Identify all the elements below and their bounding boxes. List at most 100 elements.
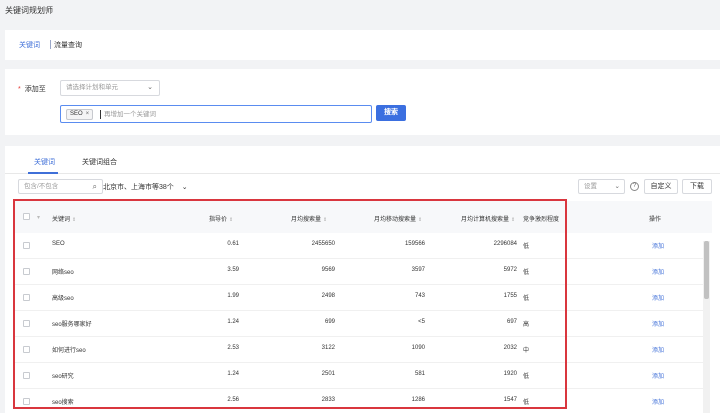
table-row: 网络seo 3.59 9569 3597 5972 低 添加: [13, 259, 703, 285]
cell-competition: 中: [523, 348, 530, 354]
cell-pc: 2032: [503, 345, 517, 351]
region-label: 北京市、上海市等38个: [103, 184, 174, 191]
add-link[interactable]: 添加: [652, 319, 664, 328]
cell-keyword: seo搜索: [52, 400, 74, 406]
sort-icon: ⇕: [72, 217, 77, 223]
cell-pc: 1547: [503, 397, 517, 403]
row-checkbox[interactable]: [23, 346, 30, 353]
cell-mobile: 159566: [404, 241, 425, 247]
add-keyword-panel: * 添加至 请选择计划和单元 ⌄ SEO × 再增加一个关键词 搜索: [5, 69, 720, 135]
sort-icon: ⇕: [323, 217, 328, 223]
col-mobile-label: 月均移动搜索量: [374, 217, 417, 223]
cell-competition: 低: [523, 400, 530, 406]
row-checkbox[interactable]: [23, 268, 30, 275]
add-link[interactable]: 添加: [652, 267, 664, 276]
row-checkbox[interactable]: [23, 398, 30, 405]
col-mobile[interactable]: 月均移动搜索量 ⇕: [374, 214, 422, 223]
region-selector[interactable]: 北京市、上海市等38个 ⌄: [103, 182, 188, 192]
cell-keyword: seo服务哪家好: [52, 322, 92, 328]
col-competition[interactable]: 竞争激烈程度: [523, 214, 559, 223]
cell-price: 2.56: [227, 397, 239, 403]
tab-keywords[interactable]: 关键词: [19, 40, 40, 50]
help-icon[interactable]: ?: [630, 182, 639, 191]
col-keyword[interactable]: 关键词 ⇕: [52, 214, 76, 223]
cell-monthly: 9569: [321, 267, 335, 273]
cell-monthly: 2501: [321, 371, 335, 377]
row-checkbox[interactable]: [23, 372, 30, 379]
cell-monthly: 3122: [321, 345, 335, 351]
select-all-checkbox[interactable]: [23, 213, 30, 220]
plan-unit-select[interactable]: 请选择计划和单元 ⌄: [60, 80, 160, 96]
col-action: 操作: [649, 217, 662, 223]
cell-price: 1.99: [227, 293, 239, 299]
keyword-chip-label: SEO: [70, 111, 83, 117]
row-checkbox[interactable]: [23, 242, 30, 249]
cell-keyword: 网络seo: [52, 270, 74, 276]
cell-keyword: seo研究: [52, 374, 74, 380]
add-link[interactable]: 添加: [652, 371, 664, 380]
cell-keyword: 高级seo: [52, 296, 74, 302]
add-link[interactable]: 添加: [652, 241, 664, 250]
cell-monthly: 699: [324, 319, 335, 325]
sort-icon: ⇕: [229, 217, 234, 223]
search-button[interactable]: 搜索: [376, 105, 406, 121]
cell-mobile: 581: [414, 371, 425, 377]
cell-keyword: SEO: [52, 241, 65, 247]
cell-pc: 1920: [503, 371, 517, 377]
close-icon[interactable]: ×: [86, 111, 90, 117]
cell-mobile: 1090: [411, 345, 425, 351]
keyword-input[interactable]: SEO × 再增加一个关键词: [60, 105, 372, 123]
settings-select[interactable]: 设置 ⌄: [578, 179, 625, 194]
cell-monthly: 2833: [321, 397, 335, 403]
col-monthly[interactable]: 月均搜索量 ⇕: [291, 214, 327, 223]
cell-mobile: 1286: [411, 397, 425, 403]
col-pc-label: 月均计算机搜索量: [461, 217, 510, 223]
table-scrollbar[interactable]: [703, 241, 710, 413]
chevron-down-icon: ⌄: [147, 84, 153, 91]
keyword-input-placeholder: 再增加一个关键词: [104, 111, 156, 118]
include-exclude-filter[interactable]: 包含/不包含 ⌕: [18, 179, 103, 194]
active-tab-indicator: [28, 172, 58, 174]
tab-keyword-combination[interactable]: 关键词组合: [82, 157, 117, 167]
cell-pc: 697: [506, 319, 517, 325]
sort-icon: ⇕: [418, 217, 423, 223]
col-pc[interactable]: 月均计算机搜索量 ⇕: [461, 214, 515, 223]
cell-price: 1.24: [227, 319, 239, 325]
text-cursor: [100, 110, 101, 119]
add-link[interactable]: 添加: [652, 345, 664, 354]
cell-competition: 低: [523, 270, 530, 276]
result-tabs: 关键词 关键词组合: [5, 146, 720, 174]
col-price[interactable]: 指导价 ⇕: [209, 214, 233, 223]
plan-unit-placeholder: 请选择计划和单元: [66, 84, 118, 91]
table-row: SEO 0.61 2455650 159566 2296084 低 添加: [13, 233, 703, 259]
cell-competition: 低: [523, 296, 530, 302]
add-link[interactable]: 添加: [652, 397, 664, 406]
row-checkbox[interactable]: [23, 320, 30, 327]
filter-placeholder: 包含/不包含: [24, 183, 59, 190]
select-dropdown-icon[interactable]: ▾: [37, 214, 40, 221]
cell-competition: 低: [523, 244, 530, 250]
cell-competition: 高: [523, 322, 530, 328]
add-to-label: * 添加至: [18, 84, 46, 94]
tab-traffic-query[interactable]: 流量查询: [54, 40, 82, 50]
cell-competition: 低: [523, 374, 530, 380]
keyword-chip[interactable]: SEO ×: [66, 109, 94, 120]
tab-keywords-results[interactable]: 关键词: [34, 157, 55, 167]
search-icon[interactable]: ⌕: [93, 180, 97, 193]
customize-button[interactable]: 自定义: [644, 179, 678, 194]
download-button[interactable]: 下载: [682, 179, 712, 194]
table-row: seo服务哪家好 1.24 699 <5 697 高 添加: [13, 311, 703, 337]
scrollbar-thumb[interactable]: [704, 241, 709, 299]
col-competition-label: 竞争激烈程度: [523, 217, 560, 223]
cell-pc: 1755: [503, 293, 517, 299]
table-row: seo搜索 2.56 2833 1286 1547 低 添加: [13, 389, 703, 413]
chevron-down-icon: ⌄: [614, 183, 620, 190]
add-link[interactable]: 添加: [652, 293, 664, 302]
col-keyword-label: 关键词: [52, 217, 71, 223]
table-row: 高级seo 1.99 2498 743 1755 低 添加: [13, 285, 703, 311]
row-checkbox[interactable]: [23, 294, 30, 301]
cell-keyword: 如何进行seo: [52, 348, 86, 354]
cell-pc: 5972: [503, 267, 517, 273]
sort-icon: ⇕: [511, 217, 516, 223]
col-price-label: 指导价: [209, 217, 228, 223]
